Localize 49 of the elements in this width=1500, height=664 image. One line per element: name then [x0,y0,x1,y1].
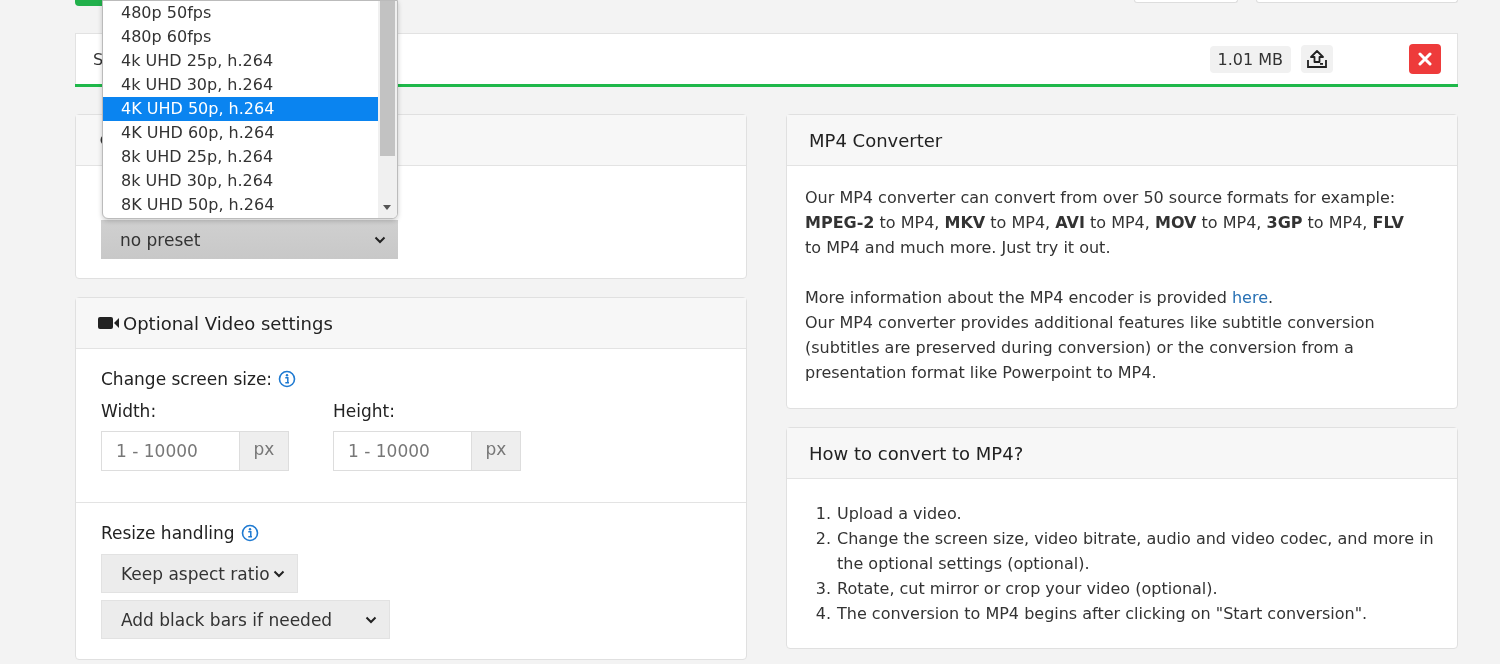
field-label: Width: [101,401,158,421]
dropdown-option[interactable]: 8K UHD 50p, h.264 [103,193,378,217]
dropdown-option[interactable]: 4k UHD 25p, h.264 [103,49,378,73]
step-number: 4. [814,603,831,625]
dropdown-option[interactable]: 4K UHD 50p, h.264 [103,97,378,121]
preset-select[interactable]: no preset [101,220,398,259]
paragraph: Our MP4 converter can convert from over 50 source formats for example: MPEG-2 to MP4, MKV to MP4, AVI to MP4, MOV to MP4, 3GP to MP4, FLV to MP4 and much more. Just try it out. [805,187,1405,259]
dropdown-select[interactable]: Keep aspect ratio [101,554,298,593]
upload-icon [1306,49,1328,69]
field-label: Resize handling [101,523,235,543]
step-text: Change the screen size, video bitrate, audio and video codec, and more in the optional settings (optional). [837,528,1435,575]
paragraph: More information about the MP4 encoder is provided here. [805,288,1274,307]
upload-button[interactable] [1301,45,1333,73]
step-number: 1. [814,503,831,525]
chevron-icon [374,235,386,244]
unit-addon: px [471,431,521,471]
video-camera-icon [98,315,120,331]
info-icon[interactable] [278,370,297,388]
card-title: How to convert to MP4? [809,442,1024,464]
input-field[interactable]: 1 - 10000 [101,431,239,471]
field-label: Change screen size: [101,369,273,389]
info-icon[interactable] [240,524,259,542]
step-number: 2. [814,528,831,550]
dropdown-option[interactable]: 4k UHD 30p, h.264 [103,73,378,97]
dropdown-option[interactable]: 8k UHD 25p, h.264 [103,145,378,169]
paragraph: Our MP4 converter provides additional features like subtitle conversion (subtitles are preserved during conversion) or the conversion from a presentation format like Powerpoint to MP4. [805,312,1376,384]
chevron-icon [365,615,377,624]
scroll-down-icon[interactable] [383,205,391,210]
dropdown-select[interactable]: Add black bars if needed [101,600,390,639]
file-size-badge: 1.01 MB [1209,45,1291,73]
step-number: 3. [814,578,831,600]
field-label: Height: [333,401,396,421]
unit-addon: px [239,431,289,471]
dropdown-option[interactable]: 8k UHD 30p, h.264 [103,169,378,193]
dropdown-option[interactable]: 480p 60fps [103,25,378,49]
step-text: The conversion to MP4 begins after clicking on "Start conversion". [837,603,1368,625]
dropdown-option[interactable]: 4K UHD 60p, h.264 [103,121,378,145]
input-field[interactable]: 1 - 10000 [333,431,471,471]
dropdown-option[interactable]: 480p 50fps [103,1,378,25]
file-name: S [93,49,104,69]
step-text: Rotate, cut mirror or crop your video (optional). [837,578,1218,600]
scrollbar[interactable] [378,1,397,218]
step-text: Upload a video. [837,503,962,525]
close-icon [1418,52,1432,66]
card-title: Optional Video settings [123,312,333,334]
card-title: MP4 Converter [809,129,943,151]
remove-button[interactable] [1409,44,1441,74]
chevron-icon [273,569,285,578]
link[interactable]: here [1231,288,1268,307]
